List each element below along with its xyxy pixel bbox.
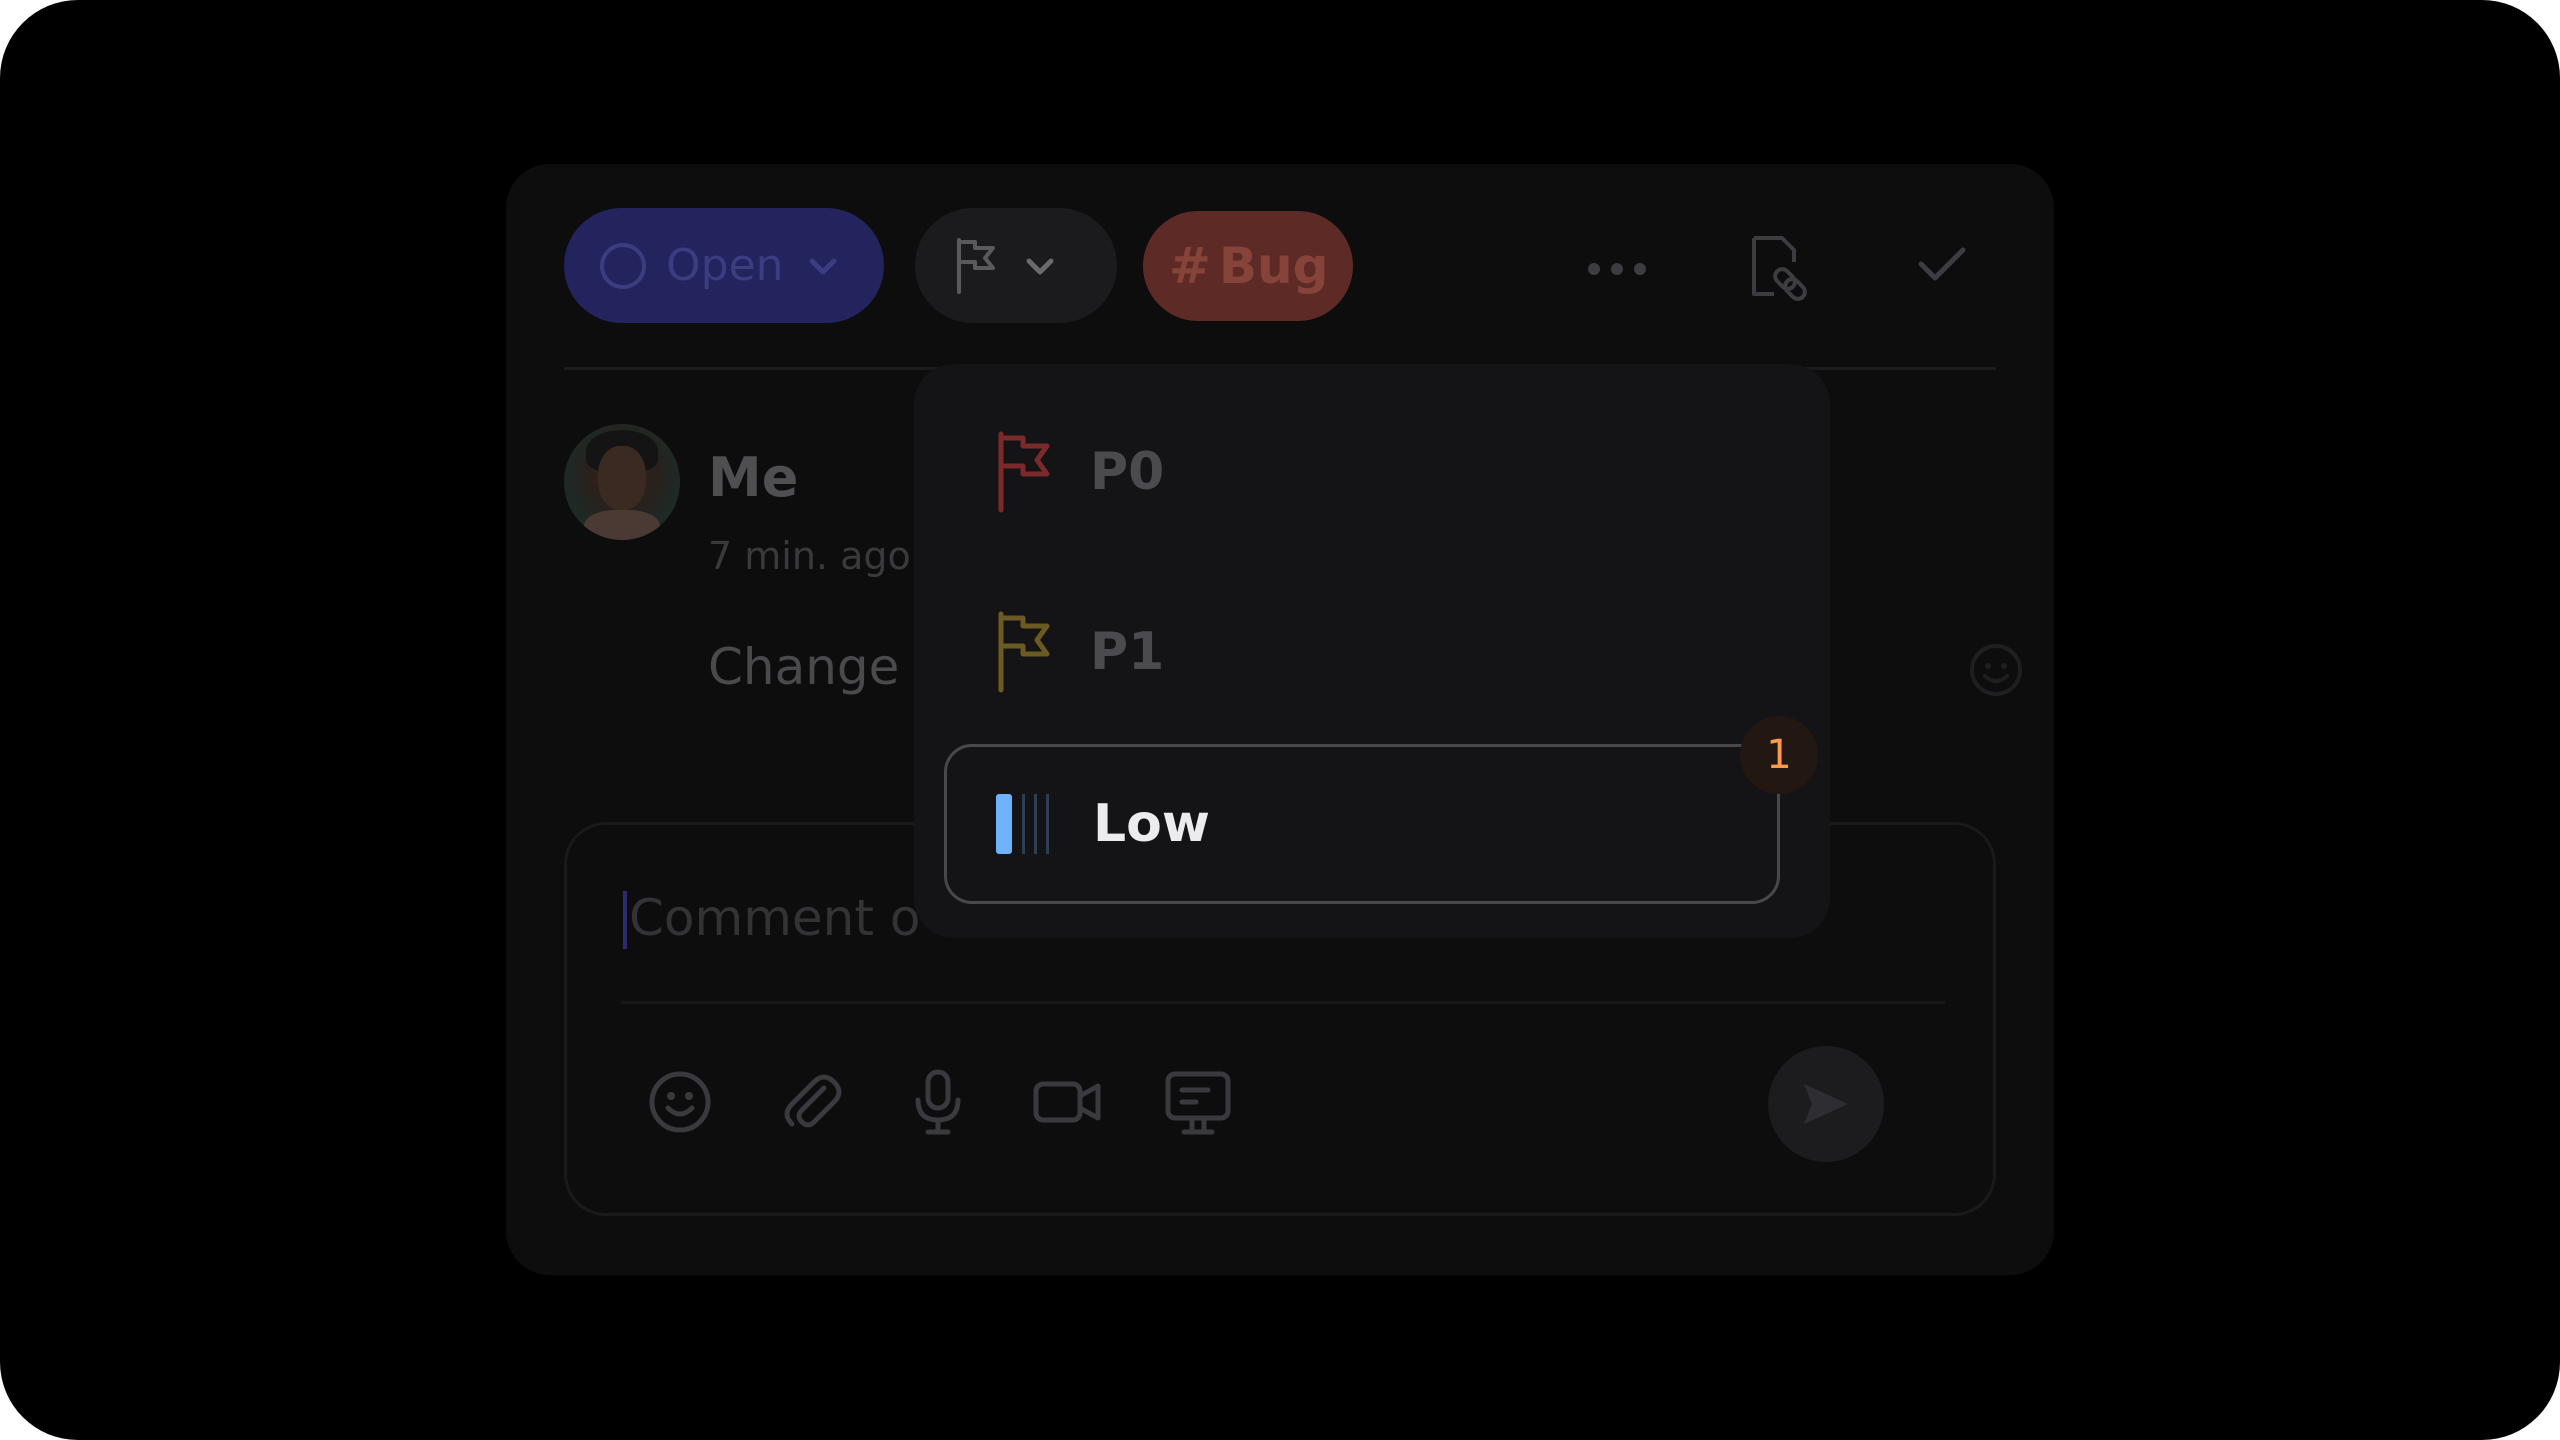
copy-link-icon[interactable] <box>1740 232 1810 302</box>
attachment-icon[interactable] <box>774 1066 846 1138</box>
flag-icon <box>998 431 1050 513</box>
video-icon[interactable] <box>1032 1066 1104 1138</box>
option-label: P0 <box>1090 442 1165 502</box>
comment-text: Change <box>708 638 900 696</box>
flag-icon <box>998 611 1050 693</box>
tag-bug[interactable]: # Bug <box>1143 211 1353 321</box>
chevron-down-icon <box>809 258 837 274</box>
status-dropdown[interactable]: Open <box>564 208 884 323</box>
microphone-icon[interactable] <box>902 1066 974 1138</box>
circle-status-icon <box>600 242 646 289</box>
priority-dropdown-button[interactable] <box>915 208 1117 323</box>
comment-author: Me <box>708 446 799 509</box>
text-caret <box>623 891 627 949</box>
add-reaction-icon[interactable] <box>1966 640 2026 700</box>
signal-bars-icon <box>996 794 1049 854</box>
issue-toolbar: Open # Bug <box>506 164 2054 374</box>
send-button[interactable] <box>1768 1046 1884 1162</box>
avatar[interactable] <box>564 424 680 540</box>
comment-time: 7 min. ago <box>708 534 911 578</box>
option-label: Low <box>1093 794 1210 854</box>
composer-divider <box>621 1001 1945 1004</box>
priority-menu: P0 P1 Low <box>914 364 1830 938</box>
priority-option-low[interactable]: Low <box>944 744 1780 904</box>
hash-icon: # <box>1169 237 1211 295</box>
status-label: Open <box>666 240 784 291</box>
resolve-check-icon[interactable] <box>1912 234 1972 294</box>
chevron-down-icon <box>1026 258 1054 274</box>
screen-frame: Open # Bug Me 7 min. ago Change Comment … <box>0 0 2560 1440</box>
option-label: P1 <box>1090 622 1165 682</box>
screen-share-icon[interactable] <box>1162 1066 1234 1138</box>
priority-option-p1[interactable]: P1 <box>944 574 1776 730</box>
flag-icon <box>957 237 995 294</box>
tag-label: Bug <box>1218 237 1329 295</box>
emoji-icon[interactable] <box>644 1066 716 1138</box>
more-options-icon[interactable] <box>1582 244 1652 294</box>
priority-option-p0[interactable]: P0 <box>944 394 1776 550</box>
send-icon <box>1804 1084 1848 1124</box>
shortcut-badge: 1 <box>1740 716 1818 794</box>
